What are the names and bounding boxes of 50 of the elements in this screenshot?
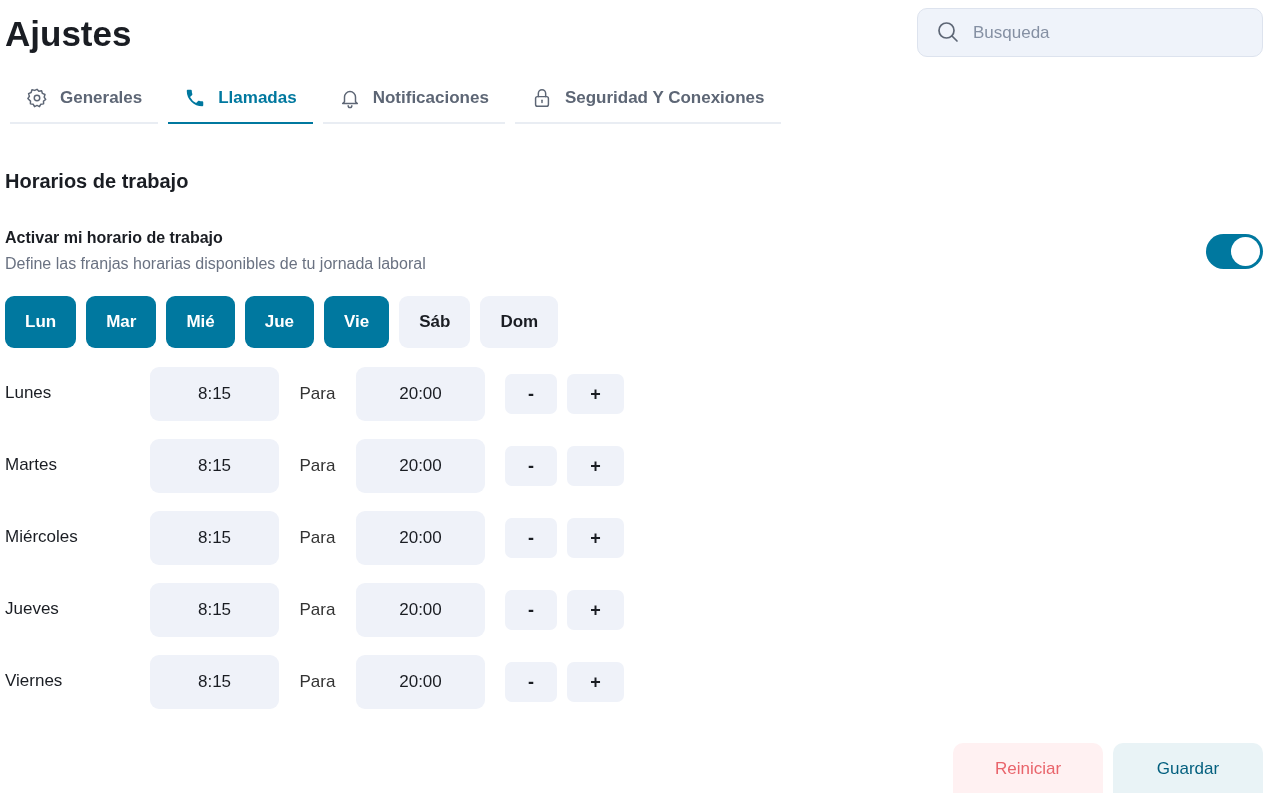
end-time-field[interactable]: 20:00 xyxy=(356,367,485,421)
remove-button[interactable]: - xyxy=(505,518,557,558)
day-toggle[interactable]: Mié xyxy=(166,296,235,348)
separator-label: Para xyxy=(298,600,337,620)
separator-label: Para xyxy=(298,456,337,476)
start-time-field[interactable]: 8:15 xyxy=(150,583,279,637)
separator-label: Para xyxy=(298,384,337,404)
end-time-field[interactable]: 20:00 xyxy=(356,583,485,637)
save-button[interactable]: Guardar xyxy=(1113,743,1263,793)
tab[interactable]: Generales xyxy=(10,74,159,124)
setting-description: Define las franjas horarias disponibles de tu jornada laboral xyxy=(5,255,426,273)
start-time-field[interactable]: 8:15 xyxy=(150,655,279,709)
remove-button[interactable]: - xyxy=(505,446,557,486)
search-field[interactable]: Busqueda xyxy=(917,8,1263,57)
end-time-field[interactable]: 20:00 xyxy=(356,655,485,709)
search-icon xyxy=(936,20,960,44)
day-toggle[interactable]: Dom xyxy=(480,296,559,348)
day-toggle[interactable]: Lun xyxy=(5,296,77,348)
add-button[interactable]: + xyxy=(567,374,624,414)
add-button[interactable]: + xyxy=(567,662,624,702)
remove-button[interactable]: - xyxy=(505,374,557,414)
day-toggle[interactable]: Mar xyxy=(86,296,157,348)
gear-icon xyxy=(26,87,48,109)
toggle-switch[interactable] xyxy=(1206,233,1263,269)
day-toggle[interactable]: Sáb xyxy=(399,296,471,348)
setting-label: Activar mi horario de trabajo xyxy=(5,229,224,247)
separator-label: Para xyxy=(298,672,337,692)
add-button[interactable]: + xyxy=(567,590,624,630)
day-label: Miércoles xyxy=(5,527,79,547)
tab[interactable]: Llamadas xyxy=(168,74,313,124)
start-time-field[interactable]: 8:15 xyxy=(150,439,279,493)
end-time-field[interactable]: 20:00 xyxy=(356,439,485,493)
start-time-field[interactable]: 8:15 xyxy=(150,511,279,565)
day-label: Viernes xyxy=(5,671,64,691)
day-label: Lunes xyxy=(5,383,53,403)
day-label: Martes xyxy=(5,455,58,475)
remove-button[interactable]: - xyxy=(505,662,557,702)
add-button[interactable]: + xyxy=(567,518,624,558)
end-time-field[interactable]: 20:00 xyxy=(356,511,485,565)
day-toggle[interactable]: Vie xyxy=(324,296,390,348)
add-button[interactable]: + xyxy=(567,446,624,486)
tab[interactable]: Seguridad Y Conexiones xyxy=(514,74,781,124)
remove-button[interactable]: - xyxy=(505,590,557,630)
start-time-field[interactable]: 8:15 xyxy=(150,367,279,421)
tab[interactable]: Notificaciones xyxy=(322,74,505,124)
page-title: Ajustes xyxy=(5,13,132,55)
separator-label: Para xyxy=(298,528,337,548)
day-label: Jueves xyxy=(5,599,60,619)
section-title: Horarios de trabajo xyxy=(5,170,190,193)
day-toggle[interactable]: Jue xyxy=(244,296,315,348)
